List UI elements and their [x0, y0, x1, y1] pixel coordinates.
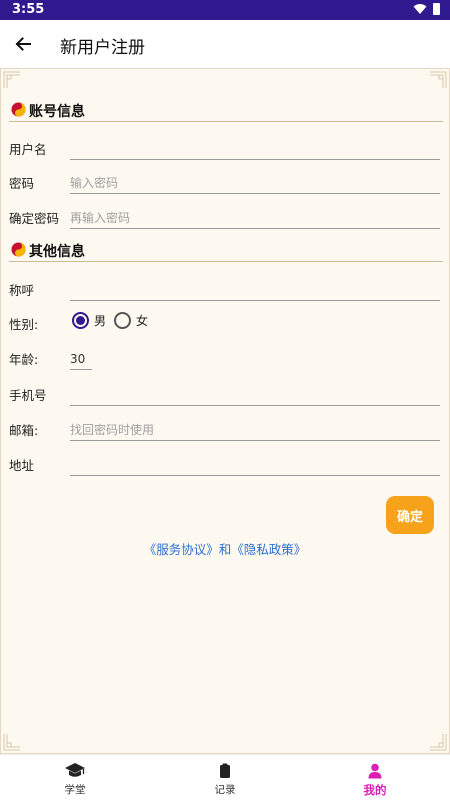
gender-male-radio[interactable]	[72, 312, 89, 329]
back-button[interactable]	[10, 31, 36, 57]
status-time: 3:55	[12, 2, 45, 17]
password-label: 密码	[9, 176, 35, 191]
age-label: 年龄:	[9, 352, 39, 367]
arrow-left-icon	[15, 37, 31, 51]
phone-row: 手机号	[9, 378, 441, 408]
nickname-input[interactable]	[70, 275, 440, 301]
graduation-cap-icon	[65, 763, 85, 777]
nickname-label: 称呼	[9, 283, 35, 298]
agreement-link[interactable]: 《服务协议》和《隐私政策》	[1, 539, 449, 558]
nav-label-mine: 我的	[363, 783, 387, 797]
nav-label-records: 记录	[214, 784, 236, 796]
email-row: 邮箱:	[9, 413, 441, 443]
corner-ornament-icon	[430, 734, 447, 751]
gender-male-label[interactable]: 男	[94, 312, 106, 329]
nav-item-records[interactable]: 记录	[150, 755, 300, 800]
confirm-password-label: 确定密码	[9, 211, 60, 226]
status-icons	[413, 3, 440, 15]
age-input[interactable]	[70, 344, 92, 370]
section-title: 其他信息	[29, 244, 85, 260]
status-bar: 3:55	[0, 0, 450, 20]
page-title: 新用户注册	[60, 38, 145, 58]
phone-label: 手机号	[9, 388, 47, 403]
bottom-nav: 学堂 记录 我的	[0, 754, 450, 800]
username-row: 用户名	[9, 132, 441, 162]
username-input[interactable]	[70, 134, 440, 160]
corner-ornament-icon	[430, 71, 447, 88]
corner-ornament-icon	[3, 71, 20, 88]
password-row: 密码	[9, 166, 441, 196]
address-label: 地址	[9, 458, 35, 473]
confirm-password-input[interactable]	[70, 203, 440, 229]
password-input[interactable]	[70, 168, 440, 194]
gender-female-radio[interactable]	[114, 312, 132, 329]
registration-panel: 账号信息 用户名 密码 确定密码 其他信息 称呼 性别: 男 女 年龄: 30 …	[0, 68, 450, 754]
username-label: 用户名	[9, 142, 47, 157]
yin-yang-icon	[11, 102, 26, 117]
battery-icon	[433, 3, 440, 15]
confirm-button[interactable]: 确定	[386, 496, 434, 534]
person-icon	[368, 763, 382, 779]
email-label: 邮箱:	[9, 423, 39, 438]
corner-ornament-icon	[3, 734, 20, 751]
phone-input[interactable]	[70, 380, 440, 406]
address-input[interactable]	[70, 450, 440, 476]
wifi-icon	[413, 4, 427, 14]
address-row: 地址	[9, 448, 441, 478]
section-header-other: 其他信息	[9, 240, 443, 262]
email-input[interactable]	[70, 415, 440, 441]
yin-yang-icon	[11, 242, 26, 257]
gender-radio-group: 男 女	[72, 312, 156, 329]
gender-female-label[interactable]: 女	[136, 312, 148, 329]
age-row: 年龄:	[9, 342, 441, 372]
confirm-password-row: 确定密码	[9, 201, 441, 231]
gender-label: 性别:	[9, 317, 39, 332]
app-bar: 新用户注册	[0, 20, 450, 68]
clipboard-icon	[220, 763, 230, 778]
nav-label-school: 学堂	[64, 784, 86, 796]
nav-item-school[interactable]: 学堂	[0, 755, 150, 800]
gender-row: 性别: 男 女	[9, 307, 441, 337]
agreement-text[interactable]: 《服务协议》和《隐私政策》	[144, 542, 307, 557]
nav-item-mine[interactable]: 我的	[300, 755, 450, 800]
nickname-row: 称呼	[9, 273, 441, 303]
section-header-account: 账号信息	[9, 100, 443, 122]
section-title: 账号信息	[29, 104, 85, 120]
